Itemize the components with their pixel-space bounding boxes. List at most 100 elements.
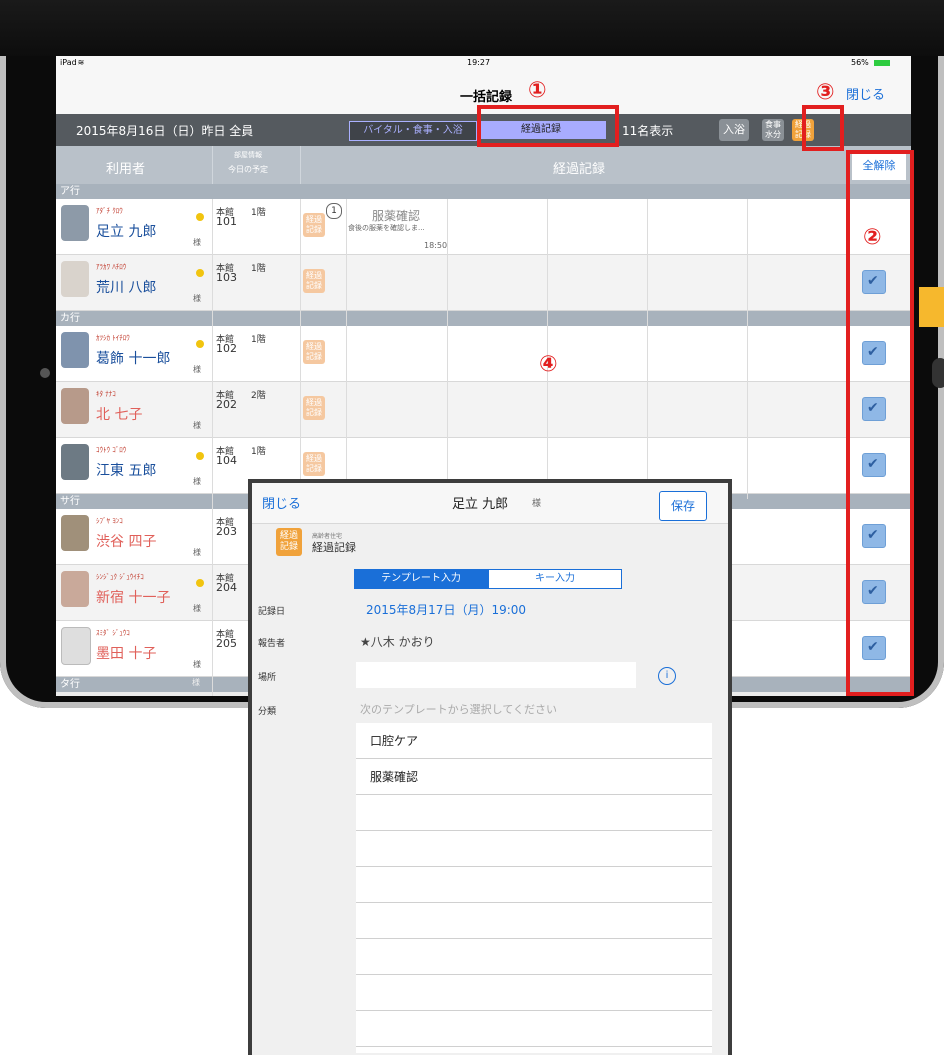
header-today-plan: 今日の予定	[228, 165, 268, 174]
battery-percent: 56%	[851, 58, 869, 67]
status-bar: iPad ≋ 19:27 56%	[56, 56, 911, 70]
progress-record-icon[interactable]: 経過 記録	[303, 396, 325, 420]
floor: 1階	[251, 208, 266, 218]
kana-name: ｽﾐﾀﾞ ｼﾞｭｳｺ	[96, 629, 130, 637]
list-item[interactable]: 服薬確認	[356, 759, 712, 795]
place-label: 場所	[258, 673, 277, 683]
info-icon[interactable]: i	[658, 667, 676, 685]
save-button[interactable]: 保存	[659, 491, 707, 521]
list-item[interactable]	[356, 1011, 712, 1047]
floor: 1階	[251, 335, 266, 345]
close-button[interactable]: 閉じる	[846, 84, 885, 103]
callout-number-2: ②	[863, 225, 882, 250]
avatar	[61, 332, 89, 368]
floor: 1階	[251, 264, 266, 274]
list-item[interactable]	[356, 939, 712, 975]
alert-dot-icon	[196, 340, 204, 348]
tab-key-input[interactable]: キー入力	[488, 569, 622, 589]
meal-water-button[interactable]: 食事 水分	[762, 119, 784, 141]
avatar	[61, 627, 91, 665]
list-item[interactable]: 口腔ケア	[356, 723, 712, 759]
divider	[647, 199, 648, 499]
honorific: 様	[193, 294, 201, 303]
progress-record-modal: 閉じる 足立 九郎 様 保存 経過 記録 高齢者住宅 経過記録 テンプレート入力…	[248, 479, 732, 1055]
reporter-value[interactable]: ★八木 かおり	[360, 633, 435, 650]
alert-dot-icon	[196, 452, 204, 460]
honorific-partial: 様	[192, 678, 200, 687]
honorific: 様	[193, 365, 201, 374]
callout-number-3: ③	[816, 80, 835, 105]
kana-name: ｷﾀ ﾅﾅｺ	[96, 390, 116, 398]
record-date-label: 記録日	[258, 607, 286, 617]
progress-record-icon[interactable]: 経過 記録	[303, 452, 325, 476]
table-row[interactable]: ｷﾀ ﾅﾅｺ 北 七子 様 本館 202 2階 経過 記録	[56, 382, 911, 438]
modal-header: 閉じる 足立 九郎 様 保存	[252, 483, 728, 524]
bath-button[interactable]: 入浴	[719, 119, 749, 141]
avatar	[61, 388, 89, 424]
tab-vital-meal-bath[interactable]: バイタル・食事・入浴	[349, 121, 477, 141]
table-row[interactable]: ｱﾀﾞﾁ ｸﾛｳ 足立 九郎 様 本館 101 1階 経過 記録 1 服薬確認 …	[56, 199, 911, 255]
honorific: 様	[193, 660, 201, 669]
callout-number-1: ①	[528, 78, 547, 103]
honorific: 様	[193, 421, 201, 430]
callout-number-4: ④	[539, 352, 558, 377]
record-time: 18:50	[424, 241, 448, 250]
alert-dot-icon	[196, 213, 204, 221]
honorific: 様	[193, 238, 201, 247]
kana-name: ｺｳﾄｳ ｺﾞﾛｳ	[96, 446, 127, 454]
kana-name: ｼﾌﾞﾔ ﾖﾝｺ	[96, 517, 123, 525]
divider	[747, 199, 748, 499]
camera-dot	[40, 368, 50, 378]
callout-box-1	[477, 105, 619, 147]
resident-name: 北 七子	[96, 407, 143, 423]
group-header-ka: カ行	[56, 311, 911, 326]
progress-record-icon[interactable]: 経過 記録	[303, 213, 325, 237]
record-detail: 食後の服薬を確認しま...	[348, 224, 425, 232]
list-item[interactable]	[356, 867, 712, 903]
progress-record-icon[interactable]: 経過 記録	[303, 340, 325, 364]
side-button	[932, 358, 944, 388]
kana-name: ｶﾂｼｶ ﾄｲﾁﾛｳ	[96, 334, 130, 342]
list-item[interactable]	[356, 795, 712, 831]
place-input[interactable]	[356, 662, 636, 688]
room-number: 203	[216, 525, 237, 538]
resident-name: 新宿 十一子	[96, 590, 171, 606]
floor: 1階	[251, 447, 266, 457]
room-number: 104	[216, 454, 237, 467]
room-number: 102	[216, 342, 237, 355]
classification-label: 分類	[258, 707, 277, 717]
progress-record-icon[interactable]: 経過 記録	[303, 269, 325, 293]
progress-record-icon: 経過 記録	[276, 528, 302, 556]
tab-template-input[interactable]: テンプレート入力	[354, 569, 488, 589]
room-number: 205	[216, 637, 237, 650]
avatar	[61, 515, 89, 551]
resident-name: 江東 五郎	[96, 463, 157, 479]
list-item[interactable]	[356, 975, 712, 1011]
floor: 2階	[251, 391, 266, 401]
alert-dot-icon	[196, 269, 204, 277]
record-title[interactable]: 服薬確認	[372, 207, 420, 224]
template-list: 口腔ケア 服薬確認	[356, 723, 712, 1053]
room-number: 101	[216, 215, 237, 228]
kana-name: ｼﾝｼﾞｭｸ ｼﾞｭｳｲﾁｺ	[96, 573, 144, 581]
table-row[interactable]: ｱﾗｶﾜ ﾊﾁﾛｳ 荒川 八郎 様 本館 103 1階 経過 記録	[56, 255, 911, 311]
resident-name: 足立 九郎	[96, 224, 157, 240]
record-date-value[interactable]: 2015年8月17日（月）19:00	[366, 601, 526, 618]
list-item[interactable]	[356, 903, 712, 939]
kana-name: ｱﾗｶﾜ ﾊﾁﾛｳ	[96, 263, 127, 271]
header-progress: 経過記録	[553, 162, 606, 177]
divider	[212, 199, 213, 696]
header-room-info: 部屋情報	[234, 151, 262, 159]
table-row[interactable]: ｶﾂｼｶ ﾄｲﾁﾛｳ 葛飾 十一郎 様 本館 102 1階 経過 記録	[56, 326, 911, 382]
list-item[interactable]	[356, 831, 712, 867]
avatar	[61, 571, 89, 607]
alert-dot-icon	[196, 579, 204, 587]
honorific: 様	[193, 604, 201, 613]
wifi-icon: ≋	[70, 58, 85, 67]
resident-name: 葛飾 十一郎	[96, 351, 171, 367]
date-label[interactable]: 2015年8月16日（日）昨日 全員	[76, 122, 253, 139]
modal-resident-name: 足立 九郎	[452, 497, 509, 512]
header-user: 利用者	[106, 162, 146, 177]
divider	[547, 199, 548, 499]
modal-close-button[interactable]: 閉じる	[262, 493, 301, 512]
